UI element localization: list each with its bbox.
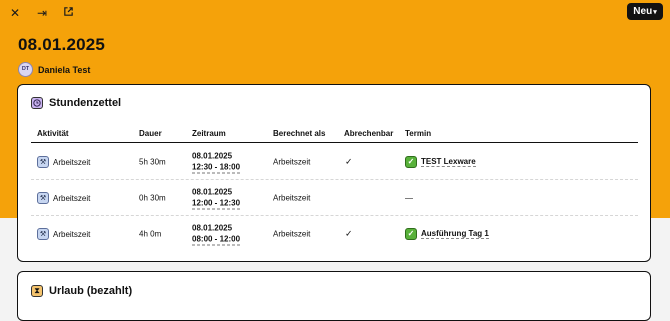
timesheet-card: Stundenzettel Aktivität Dauer Zeitraum B… <box>17 84 651 262</box>
appointment-empty: — <box>405 193 413 203</box>
external-link-glyph <box>63 7 73 16</box>
page-title: 08.01.2025 <box>18 35 106 54</box>
avatar: DT <box>18 62 33 77</box>
chevron-down-icon: ▾ <box>653 9 657 16</box>
period-date: 08.01.2025 <box>192 151 233 161</box>
checkmark-icon: ✓ <box>405 228 417 240</box>
appointment-link[interactable]: TEST Lexware <box>421 157 476 167</box>
arrow-right-to-bar-icon[interactable]: ⇥ <box>35 6 49 20</box>
hourglass-icon: ⧗ <box>31 285 43 297</box>
duration-cell: 0h 30m <box>139 193 166 203</box>
period-cell: 08.01.2025 12:30 - 18:00 <box>192 151 241 174</box>
period-time: 08:00 - 12:00 <box>192 234 241 246</box>
column-header-appointment[interactable]: Termin <box>405 129 431 138</box>
external-link-icon[interactable] <box>61 6 75 20</box>
vacation-card: ⧗ Urlaub (bezahlt) <box>17 271 651 321</box>
activity-label: Arbeitszeit <box>53 157 91 167</box>
period-time: 12:00 - 12:30 <box>192 198 241 210</box>
period-time: 12:30 - 18:00 <box>192 162 241 174</box>
clock-icon <box>31 97 43 109</box>
timesheet-title: Stundenzettel <box>49 97 122 109</box>
column-header-billable[interactable]: Abrechenbar <box>344 129 393 138</box>
activity-cell: ⚒ Arbeitszeit <box>37 156 90 168</box>
close-icon[interactable]: ✕ <box>8 6 22 20</box>
new-button-label: Neu <box>633 6 653 17</box>
vacation-title: Urlaub (bezahlt) <box>49 285 133 297</box>
duration-cell: 4h 0m <box>139 229 162 239</box>
appointment-cell[interactable]: ✓ TEST Lexware <box>405 156 476 168</box>
activity-label: Arbeitszeit <box>53 229 91 239</box>
appointment-cell[interactable]: ✓ Ausführung Tag 1 <box>405 228 489 240</box>
period-cell: 08.01.2025 08:00 - 12:00 <box>192 223 241 246</box>
timesheet-card-header: Stundenzettel <box>31 97 121 109</box>
activity-label: Arbeitszeit <box>53 193 91 203</box>
activity-cell: ⚒ Arbeitszeit <box>37 228 90 240</box>
appointment-link[interactable]: Ausführung Tag 1 <box>421 229 489 239</box>
billed-as-cell: Arbeitszeit <box>273 229 311 239</box>
column-header-billed-as[interactable]: Berechnet als <box>273 129 325 138</box>
billed-as-cell: Arbeitszeit <box>273 157 311 167</box>
clock-glyph <box>33 99 41 107</box>
period-date: 08.01.2025 <box>192 187 233 197</box>
hammer-icon: ⚒ <box>37 156 49 168</box>
new-button[interactable]: Neu▾ <box>627 3 663 20</box>
hammer-icon: ⚒ <box>37 192 49 204</box>
vacation-card-header: ⧗ Urlaub (bezahlt) <box>31 285 132 297</box>
billable-check-icon: ✓ <box>345 156 353 167</box>
duration-cell: 5h 30m <box>139 157 166 167</box>
owner: DT Daniela Test <box>18 62 90 77</box>
hammer-icon: ⚒ <box>37 228 49 240</box>
checkmark-icon: ✓ <box>405 156 417 168</box>
owner-name: Daniela Test <box>38 64 91 75</box>
header-divider <box>31 142 638 144</box>
table-row[interactable]: ⚒ Arbeitszeit 0h 30m 08.01.2025 12:00 - … <box>31 180 638 216</box>
table-row[interactable]: ⚒ Arbeitszeit 5h 30m 08.01.2025 12:30 - … <box>31 144 638 180</box>
column-header-period[interactable]: Zeitraum <box>192 129 226 138</box>
column-header-duration[interactable]: Dauer <box>139 129 162 138</box>
period-cell: 08.01.2025 12:00 - 12:30 <box>192 187 241 210</box>
activity-cell: ⚒ Arbeitszeit <box>37 192 90 204</box>
period-date: 08.01.2025 <box>192 223 233 233</box>
column-header-activity[interactable]: Aktivität <box>37 129 69 138</box>
table-row[interactable]: ⚒ Arbeitszeit 4h 0m 08.01.2025 08:00 - 1… <box>31 216 638 252</box>
billable-check-icon: ✓ <box>345 228 353 239</box>
billed-as-cell: Arbeitszeit <box>273 193 311 203</box>
